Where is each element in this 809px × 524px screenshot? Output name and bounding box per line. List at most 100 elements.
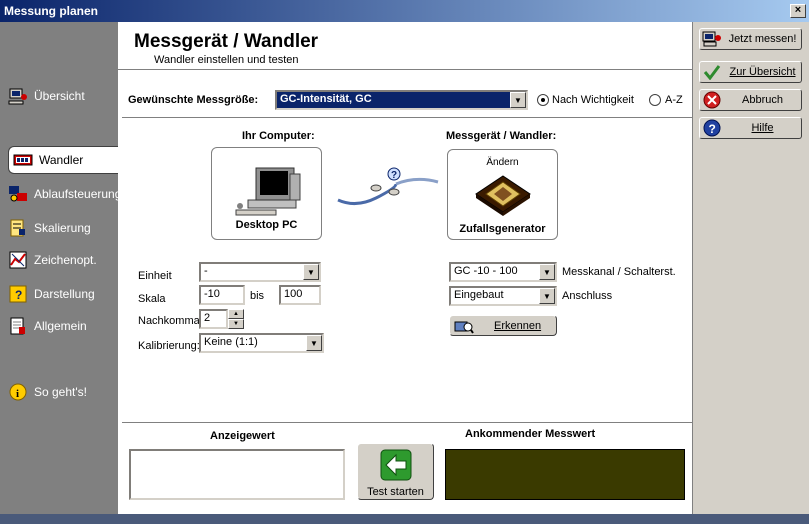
computer-heading: Ihr Computer: (242, 130, 315, 142)
drawing-options-icon (8, 250, 28, 270)
decimals-label: Nachkomma (138, 315, 200, 327)
scale-from-input[interactable]: -10 (199, 285, 245, 305)
sort-az-radio[interactable] (649, 94, 661, 106)
cancel-x-icon (702, 90, 722, 110)
help-button[interactable]: ? Hilfe (699, 117, 802, 139)
connection-select[interactable]: Eingebaut ▼ (449, 286, 557, 306)
calibration-label: Kalibrierung: (138, 340, 200, 352)
connection-cable-icon: ? (337, 167, 439, 205)
main-panel: Messgerät / Wandler Wandler einstellen u… (118, 22, 693, 514)
scale-label: Skala (138, 293, 166, 305)
random-generator-chip-icon (475, 175, 531, 216)
sidebar-item-howto[interactable]: i So geht's! (8, 378, 118, 406)
detect-button-label: Erkennen (494, 320, 542, 332)
sidebar-item-label: Skalierung (34, 221, 91, 235)
calibration-select[interactable]: Keine (1:1) ▼ (199, 333, 324, 353)
channel-select[interactable]: GC -10 - 100 ▼ (449, 262, 557, 282)
cancel-label: Abbruch (742, 94, 783, 106)
flow-control-icon (8, 184, 28, 204)
measure-now-label: Jetzt messen! (728, 33, 797, 45)
chevron-down-icon[interactable]: ▼ (306, 335, 322, 351)
cancel-button[interactable]: Abbruch (699, 89, 802, 111)
incoming-value-label: Ankommender Messwert (465, 428, 596, 440)
computer-name: Desktop PC (235, 219, 298, 231)
sidebar-item-label: Ablaufsteuerung (34, 187, 122, 201)
sidebar-item-label: Übersicht (34, 89, 85, 103)
chevron-down-icon[interactable]: ▼ (539, 264, 555, 280)
sort-importance-label: Nach Wichtigkeit (552, 94, 634, 106)
window-title: Messung planen (4, 4, 99, 18)
stepper-up-icon[interactable]: ▲ (228, 309, 244, 319)
chevron-down-icon[interactable]: ▼ (539, 288, 555, 304)
device-name: Zufallsgenerator (459, 223, 546, 235)
scale-to-label: bis (250, 290, 265, 302)
unit-select[interactable]: - ▼ (199, 262, 321, 282)
detect-search-icon (454, 321, 474, 334)
device-card[interactable]: Ändern Zufallsgenerator (447, 149, 558, 240)
svg-text:?: ? (709, 122, 716, 136)
decimals-input[interactable]: 2 (199, 309, 228, 329)
calibration-select-value: Keine (1:1) (204, 336, 258, 348)
help-icon: ? (702, 118, 722, 138)
measure-now-button[interactable]: Jetzt messen! (699, 28, 802, 50)
overview-icon (8, 86, 28, 106)
sidebar-item-scaling[interactable]: Skalierung (8, 214, 118, 242)
bottom-strip (0, 514, 809, 524)
chevron-down-icon[interactable]: ▼ (303, 264, 319, 280)
computer-card[interactable]: Desktop PC (211, 147, 322, 240)
sidebar-item-converter[interactable]: Wandler (8, 146, 118, 174)
display-value-label: Anzeigewert (210, 430, 275, 442)
test-divider (122, 422, 693, 423)
help-label: Hilfe (751, 122, 774, 134)
sidebar-item-drawing-options[interactable]: Zeichenopt. (8, 246, 118, 274)
sidebar-item-flow-control[interactable]: Ablaufsteuerung (8, 180, 122, 208)
scale-to-input[interactable]: 100 (279, 285, 321, 305)
quantity-select[interactable]: GC-Intensität, GC ▼ (275, 90, 528, 110)
sort-importance-radio[interactable] (537, 94, 549, 106)
page-title: Messgerät / Wandler (134, 31, 319, 52)
start-test-button[interactable]: Test starten (357, 443, 434, 500)
measure-now-icon (702, 29, 722, 49)
checkmark-icon (702, 62, 722, 82)
unit-select-value: - (204, 265, 208, 277)
sidebar: Übersicht Wandler Ablaufsteuerung Skalie… (0, 22, 122, 514)
title-bar: Messung planen × (0, 0, 809, 22)
start-test-label: Test starten (367, 486, 424, 498)
page-subtitle: Wandler einstellen und testen (154, 54, 299, 66)
sidebar-item-label: Zeichenopt. (34, 253, 97, 267)
scaling-icon (8, 218, 28, 238)
to-overview-label: Zur Übersicht (729, 66, 796, 78)
info-icon: i (8, 382, 28, 402)
svg-text:i: i (16, 388, 19, 400)
sidebar-item-display[interactable]: ? Darstellung (8, 280, 118, 308)
sidebar-item-label: So geht's! (34, 385, 87, 399)
sidebar-item-label: Wandler (39, 153, 84, 167)
sidebar-item-label: Darstellung (34, 287, 95, 301)
header-divider (118, 69, 693, 70)
general-icon (8, 316, 28, 336)
quantity-select-value: GC-Intensität, GC (280, 93, 372, 105)
incoming-value-box (445, 449, 685, 500)
detect-button[interactable]: Erkennen (449, 315, 557, 336)
sidebar-item-general[interactable]: Allgemein (8, 312, 118, 340)
channel-select-value: GC -10 - 100 (454, 265, 518, 277)
display-icon: ? (8, 284, 28, 304)
device-heading: Messgerät / Wandler: (446, 130, 557, 142)
to-overview-button[interactable]: Zur Übersicht (699, 61, 802, 83)
desktop-pc-icon (235, 167, 301, 216)
start-test-arrow-icon (380, 449, 412, 481)
connection-select-value: Eingebaut (454, 289, 504, 301)
quantity-label: Gewünschte Messgröße: (128, 94, 259, 106)
connection-label: Anschluss (562, 290, 613, 302)
chevron-down-icon[interactable]: ▼ (510, 92, 526, 108)
stepper-down-icon[interactable]: ▼ (228, 319, 244, 329)
channel-label: Messkanal / Schalterst. (562, 266, 676, 278)
svg-text:?: ? (15, 288, 22, 302)
close-button[interactable]: × (790, 4, 806, 18)
display-value-box (129, 449, 345, 500)
unit-label: Einheit (138, 270, 172, 282)
sort-az-label: A-Z (665, 94, 683, 106)
decimals-stepper[interactable]: ▲ ▼ (228, 309, 244, 329)
sidebar-item-overview[interactable]: Übersicht (8, 82, 118, 110)
sidebar-item-label: Allgemein (34, 319, 87, 333)
